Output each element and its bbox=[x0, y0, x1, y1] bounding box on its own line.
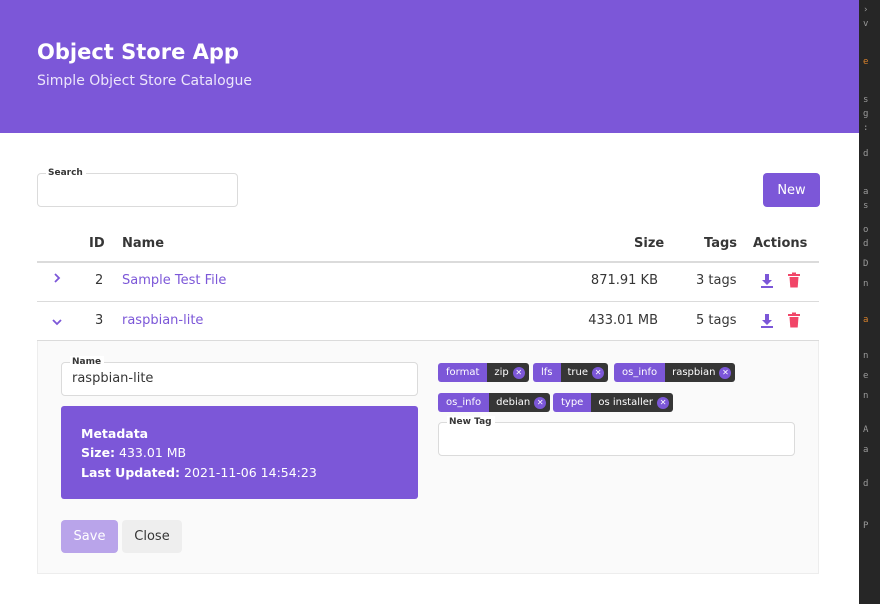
save-button[interactable]: Save bbox=[61, 520, 118, 553]
column-header-tags[interactable]: Tags bbox=[704, 236, 737, 251]
tag-value: true bbox=[567, 367, 589, 378]
new-tag-label: New Tag bbox=[447, 416, 495, 428]
metadata-title: Metadata bbox=[81, 426, 149, 441]
metadata-size-label: Size: bbox=[81, 445, 116, 460]
tag-chip: format zip ✕ bbox=[438, 363, 529, 382]
close-circle-icon[interactable]: ✕ bbox=[512, 366, 525, 379]
tag-value: os installer bbox=[598, 397, 654, 408]
column-header-id[interactable]: ID bbox=[89, 236, 105, 251]
download-icon[interactable] bbox=[760, 313, 774, 329]
app-subtitle: Simple Object Store Catalogue bbox=[37, 73, 253, 89]
tag-value: debian bbox=[496, 397, 531, 408]
tag-key: os_info bbox=[614, 363, 666, 382]
metadata-updated-value: 2021-11-06 14:54:23 bbox=[184, 465, 317, 480]
tag-chip: os_info raspbian ✕ bbox=[614, 363, 736, 382]
column-header-actions: Actions bbox=[753, 236, 808, 251]
tag-chip: type os installer ✕ bbox=[553, 393, 674, 412]
row-divider bbox=[37, 301, 819, 302]
tag-chip: os_info debian ✕ bbox=[438, 393, 551, 412]
new-tag-input[interactable]: New Tag bbox=[438, 416, 795, 456]
column-header-size[interactable]: Size bbox=[634, 236, 664, 251]
table-header-divider bbox=[37, 261, 819, 263]
tag-chip: lfs true ✕ bbox=[533, 363, 609, 382]
trash-icon[interactable] bbox=[787, 312, 801, 328]
metadata-size-value: 433.01 MB bbox=[119, 445, 187, 460]
row-name-link[interactable]: Sample Test File bbox=[122, 273, 226, 288]
tag-value: raspbian bbox=[672, 367, 716, 378]
metadata-card: Metadata Size: 433.01 MB Last Updated: 2… bbox=[61, 406, 418, 499]
row-id: 2 bbox=[95, 273, 104, 288]
tag-value: zip bbox=[494, 367, 509, 378]
tag-key: os_info bbox=[438, 393, 490, 412]
close-button[interactable]: Close bbox=[122, 520, 182, 553]
chevron-down-icon[interactable] bbox=[51, 315, 63, 329]
trash-icon[interactable] bbox=[787, 272, 801, 288]
metadata-size: Size: 433.01 MB bbox=[81, 445, 186, 460]
close-circle-icon[interactable]: ✕ bbox=[719, 366, 732, 379]
tag-key: type bbox=[553, 393, 592, 412]
metadata-updated: Last Updated: 2021-11-06 14:54:23 bbox=[81, 465, 317, 480]
row-name-link[interactable]: raspbian-lite bbox=[122, 313, 203, 328]
column-header-name[interactable]: Name bbox=[122, 236, 164, 251]
app-window: Object Store App Simple Object Store Cat… bbox=[0, 0, 859, 604]
row-size: 433.01 MB bbox=[588, 313, 658, 328]
row-size: 871.91 KB bbox=[590, 273, 658, 288]
row-id: 3 bbox=[95, 313, 104, 328]
row-tags: 5 tags bbox=[696, 313, 737, 328]
metadata-updated-label: Last Updated: bbox=[81, 465, 181, 480]
tag-key: format bbox=[438, 363, 488, 382]
chevron-right-icon[interactable] bbox=[53, 272, 61, 287]
name-value: raspbian-lite bbox=[72, 371, 154, 386]
adjacent-window-strip: › v e s g : d a s o d D n a n e n A a d … bbox=[859, 0, 880, 604]
name-label: Name bbox=[70, 356, 105, 368]
close-circle-icon[interactable]: ✕ bbox=[534, 396, 547, 409]
tag-key: lfs bbox=[533, 363, 561, 382]
name-field[interactable]: Name raspbian-lite bbox=[61, 356, 418, 396]
new-button[interactable]: New bbox=[763, 173, 820, 207]
download-icon[interactable] bbox=[760, 273, 774, 289]
search-label: Search bbox=[46, 167, 86, 179]
close-circle-icon[interactable]: ✕ bbox=[592, 366, 605, 379]
hero-header: Object Store App Simple Object Store Cat… bbox=[0, 0, 859, 133]
app-title: Object Store App bbox=[37, 40, 239, 64]
close-circle-icon[interactable]: ✕ bbox=[657, 396, 670, 409]
row-tags: 3 tags bbox=[696, 273, 737, 288]
search-input[interactable]: Search bbox=[37, 167, 238, 207]
